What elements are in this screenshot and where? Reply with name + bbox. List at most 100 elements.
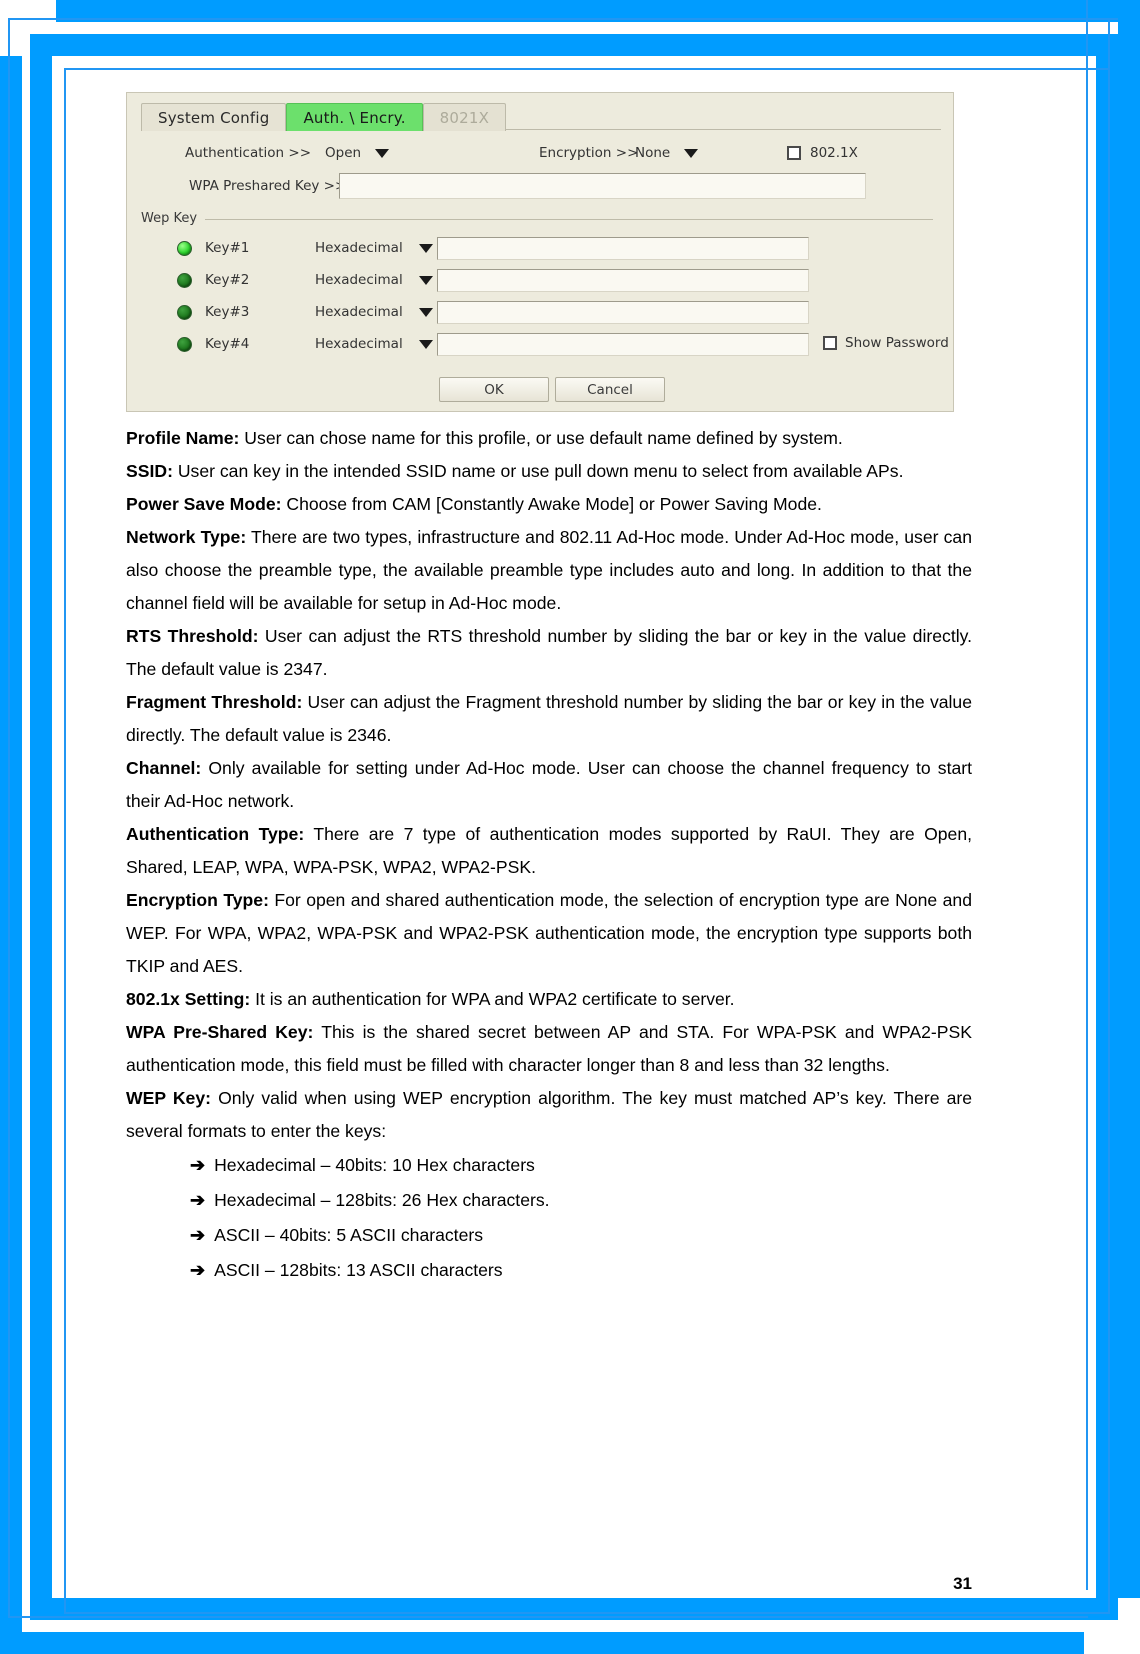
wep-key-4-input[interactable] [437, 333, 809, 356]
auth-encryption-row: Authentication >> Open Encryption >> Non… [127, 141, 953, 165]
auth-encryption-dialog: System Config Auth. \ Encry. 8021X Authe… [126, 92, 954, 412]
list-item: ➔ Hexadecimal – 128bits: 26 Hex character… [126, 1183, 972, 1218]
list-item: ➔ Hexadecimal – 40bits: 10 Hex characters [126, 1148, 972, 1183]
wep-key-3-input[interactable] [437, 301, 809, 324]
chevron-down-icon [375, 148, 390, 158]
show-password-checkbox[interactable]: Show Password [823, 335, 949, 351]
ok-button[interactable]: OK [439, 377, 549, 402]
wep-key-3-name: Key#3 [205, 304, 250, 320]
paragraph-power-save-mode: Power Save Mode: Choose from CAM [Consta… [126, 488, 972, 521]
term-network-type: Network Type: [126, 527, 247, 547]
wpa-preshared-key-input[interactable] [339, 173, 866, 199]
ok-button-label: OK [484, 381, 504, 398]
arrow-right-icon: ➔ [190, 1155, 206, 1175]
chevron-down-icon[interactable] [419, 340, 433, 349]
wep-key-group-label: Wep Key [141, 211, 204, 226]
paragraph-8021x-setting: 802.1x Setting: It is an authentication … [126, 983, 972, 1016]
list-item-label: Hexadecimal – 128bits: 26 Hex characters… [214, 1190, 550, 1210]
wep-key-format-list: ➔ Hexadecimal – 40bits: 10 Hex characters… [126, 1148, 972, 1288]
authentication-select[interactable]: Open [325, 145, 390, 161]
term-wpa-pre-shared-key: WPA Pre-Shared Key: [126, 1022, 314, 1042]
document-page: System Config Auth. \ Encry. 8021X Authe… [0, 0, 1140, 1654]
chevron-down-icon[interactable] [419, 308, 433, 317]
key-selected-led-icon[interactable] [177, 305, 192, 320]
frame-bar-inner-left [30, 34, 52, 1620]
checkbox-icon [823, 336, 837, 350]
term-8021x-setting: 802.1x Setting: [126, 989, 251, 1009]
dialog-button-row: OK Cancel [127, 377, 953, 403]
frame-hairline-left-2 [64, 68, 66, 1614]
paragraph-ssid: SSID: User can key in the intended SSID … [126, 455, 972, 488]
key-selected-led-icon[interactable] [177, 273, 192, 288]
wpa-preshared-key-row: WPA Preshared Key >> [127, 173, 953, 201]
term-power-save-mode: Power Save Mode: [126, 494, 282, 514]
term-encryption-type: Encryption Type: [126, 890, 269, 910]
desc-power-save-mode: Choose from CAM [Constantly Awake Mode] … [281, 494, 822, 514]
wep-key-2-input[interactable] [437, 269, 809, 292]
dot1x-checkbox[interactable]: 802.1X [787, 145, 858, 161]
key-selected-led-icon[interactable] [177, 337, 192, 352]
encryption-label: Encryption >> [539, 145, 639, 161]
tab-system-config[interactable]: System Config [141, 103, 287, 131]
wep-key-group-divider [205, 219, 933, 220]
frame-hairline-left [8, 18, 10, 1618]
paragraph-rts-threshold: RTS Threshold: User can adjust the RTS t… [126, 620, 972, 686]
term-channel: Channel: [126, 758, 202, 778]
chevron-down-icon[interactable] [419, 276, 433, 285]
frame-bar-bottom [0, 1632, 1084, 1654]
list-item-label: ASCII – 128bits: 13 ASCII characters [214, 1260, 503, 1280]
page-content: System Config Auth. \ Encry. 8021X Authe… [126, 92, 972, 1593]
arrow-right-icon: ➔ [190, 1260, 206, 1280]
authentication-value: Open [325, 145, 362, 161]
paragraph-wpa-pre-shared-key: WPA Pre-Shared Key: This is the shared s… [126, 1016, 972, 1082]
wep-key-1-input[interactable] [437, 237, 809, 260]
cancel-button[interactable]: Cancel [555, 377, 665, 402]
term-authentication-type: Authentication Type: [126, 824, 305, 844]
tab-8021x[interactable]: 8021X [422, 103, 507, 131]
tab-8021x-label: 8021X [439, 108, 490, 127]
term-profile-name: Profile Name: [126, 428, 240, 448]
wep-key-4-format[interactable]: Hexadecimal [315, 337, 403, 352]
term-fragment-threshold: Fragment Threshold: [126, 692, 303, 712]
chevron-down-icon[interactable] [419, 244, 433, 253]
frame-bar-inner-right [1096, 34, 1118, 1620]
paragraph-fragment-threshold: Fragment Threshold: User can adjust the … [126, 686, 972, 752]
wep-key-row-3: Key#3 Hexadecimal [127, 301, 953, 331]
paragraph-wep-key: WEP Key: Only valid when using WEP encry… [126, 1082, 972, 1148]
encryption-value: None [635, 145, 671, 161]
term-wep-key: WEP Key: [126, 1088, 211, 1108]
desc-ssid: User can key in the intended SSID name o… [172, 461, 904, 481]
term-ssid: SSID: [126, 461, 173, 481]
description-list: Profile Name: User can chose name for th… [126, 422, 972, 1288]
desc-8021x-setting: It is an authentication for WPA and WPA2… [250, 989, 735, 1009]
term-rts-threshold: RTS Threshold: [126, 626, 259, 646]
wep-key-2-format[interactable]: Hexadecimal [315, 273, 403, 288]
key-selected-led-icon[interactable] [177, 241, 192, 256]
tab-auth-encry[interactable]: Auth. \ Encry. [286, 103, 423, 131]
wep-key-row-2: Key#2 Hexadecimal [127, 269, 953, 299]
frame-hairline-right-3 [1086, 0, 1088, 1590]
tab-auth-encry-label: Auth. \ Encry. [303, 108, 406, 127]
wep-key-1-name: Key#1 [205, 240, 250, 256]
authentication-label: Authentication >> [185, 145, 312, 161]
cancel-button-label: Cancel [587, 381, 633, 398]
paragraph-profile-name: Profile Name: User can chose name for th… [126, 422, 972, 455]
wep-key-row-4: Key#4 Hexadecimal Show Password [127, 333, 953, 363]
checkbox-icon [787, 146, 801, 160]
wep-key-3-format[interactable]: Hexadecimal [315, 305, 403, 320]
desc-wep-key: Only valid when using WEP encryption alg… [126, 1088, 973, 1141]
arrow-right-icon: ➔ [190, 1190, 206, 1210]
list-item-label: Hexadecimal – 40bits: 10 Hex characters [214, 1155, 535, 1175]
paragraph-channel: Channel: Only available for setting unde… [126, 752, 972, 818]
wep-key-2-name: Key#2 [205, 272, 250, 288]
list-item-label: ASCII – 40bits: 5 ASCII characters [214, 1225, 484, 1245]
page-number: 31 [953, 1574, 972, 1593]
frame-bar-inner-top [30, 34, 1108, 56]
frame-bar-left [0, 56, 22, 1654]
frame-hairline-top [8, 18, 1118, 20]
frame-hairline-right-2 [1108, 18, 1110, 1614]
desc-channel: Only available for setting under Ad-Hoc … [126, 758, 972, 811]
encryption-select[interactable]: None [635, 145, 699, 161]
wep-key-1-format[interactable]: Hexadecimal [315, 241, 403, 256]
desc-network-type: There are two types, infrastructure and … [126, 527, 972, 613]
